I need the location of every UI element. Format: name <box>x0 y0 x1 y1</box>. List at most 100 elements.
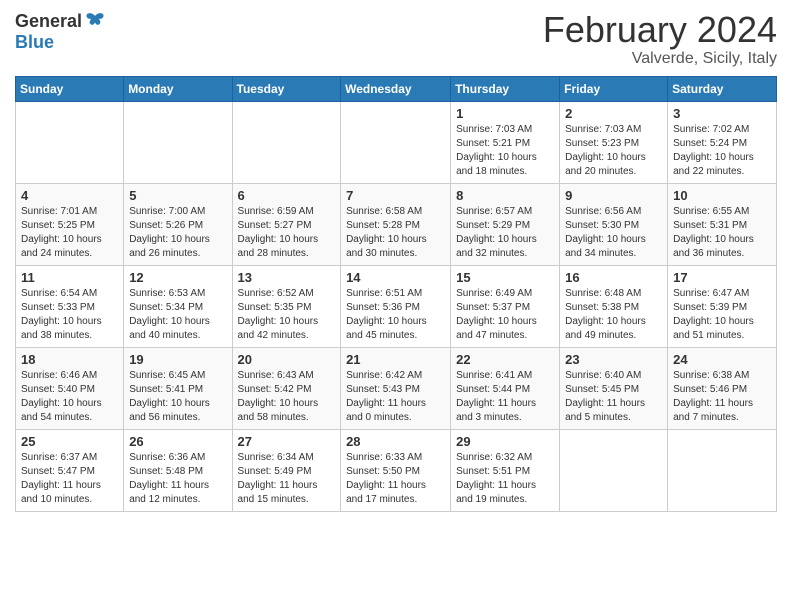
calendar-cell: 6Sunrise: 6:59 AM Sunset: 5:27 PM Daylig… <box>232 183 341 265</box>
day-info: Sunrise: 6:32 AM Sunset: 5:51 PM Dayligh… <box>456 451 554 507</box>
day-info: Sunrise: 6:45 AM Sunset: 5:41 PM Dayligh… <box>129 369 226 425</box>
day-info: Sunrise: 6:54 AM Sunset: 5:33 PM Dayligh… <box>21 287 118 343</box>
day-info: Sunrise: 6:34 AM Sunset: 5:49 PM Dayligh… <box>238 451 336 507</box>
calendar-cell: 21 Sunrise: 6:42 AM Sunset: 5:43 PM Dayli… <box>341 347 451 429</box>
day-info: Sunrise: 6:51 AM Sunset: 5:36 PM Dayligh… <box>346 287 445 343</box>
calendar-cell: 26 Sunrise: 6:36 AM Sunset: 5:48 PM Dayli… <box>124 429 232 511</box>
calendar-week-row: 18 Sunrise: 6:46 AM Sunset: 5:40 PM Dayli… <box>16 347 777 429</box>
day-number: 18 <box>21 352 118 367</box>
calendar-cell <box>668 429 777 511</box>
calendar-cell: 1Sunrise: 7:03 AM Sunset: 5:21 PM Daylig… <box>451 101 560 183</box>
calendar-week-row: 11 Sunrise: 6:54 AM Sunset: 5:33 PM Dayli… <box>16 265 777 347</box>
calendar-cell: 18 Sunrise: 6:46 AM Sunset: 5:40 PM Dayli… <box>16 347 124 429</box>
calendar-cell: 25 Sunrise: 6:37 AM Sunset: 5:47 PM Dayli… <box>16 429 124 511</box>
page-header: General Blue February 2024 Valverde, Sic… <box>15 10 777 68</box>
day-info: Sunrise: 6:47 AM Sunset: 5:39 PM Dayligh… <box>673 287 771 343</box>
day-number: 2 <box>565 106 662 121</box>
calendar-week-row: 1Sunrise: 7:03 AM Sunset: 5:21 PM Daylig… <box>16 101 777 183</box>
calendar-cell: 16 Sunrise: 6:48 AM Sunset: 5:38 PM Dayli… <box>560 265 668 347</box>
day-number: 4 <box>21 188 118 203</box>
day-info: Sunrise: 6:41 AM Sunset: 5:44 PM Dayligh… <box>456 369 554 425</box>
day-info: Sunrise: 6:43 AM Sunset: 5:42 PM Dayligh… <box>238 369 336 425</box>
day-number: 17 <box>673 270 771 285</box>
month-title: February 2024 <box>543 10 777 50</box>
day-number: 23 <box>565 352 662 367</box>
calendar-cell: 3Sunrise: 7:02 AM Sunset: 5:24 PM Daylig… <box>668 101 777 183</box>
day-number: 19 <box>129 352 226 367</box>
weekday-header-saturday: Saturday <box>668 76 777 101</box>
logo: General Blue <box>15 10 106 53</box>
day-number: 22 <box>456 352 554 367</box>
day-number: 29 <box>456 434 554 449</box>
calendar-cell <box>124 101 232 183</box>
logo-general-text: General <box>15 11 82 32</box>
logo-blue-text: Blue <box>15 32 54 53</box>
day-number: 7 <box>346 188 445 203</box>
calendar-cell: 20Sunrise: 6:43 AM Sunset: 5:42 PM Dayli… <box>232 347 341 429</box>
day-number: 15 <box>456 270 554 285</box>
day-info: Sunrise: 6:53 AM Sunset: 5:34 PM Dayligh… <box>129 287 226 343</box>
day-number: 14 <box>346 270 445 285</box>
weekday-header-wednesday: Wednesday <box>341 76 451 101</box>
calendar-cell: 15Sunrise: 6:49 AM Sunset: 5:37 PM Dayli… <box>451 265 560 347</box>
calendar-cell: 9 Sunrise: 6:56 AM Sunset: 5:30 PM Daylig… <box>560 183 668 265</box>
calendar-cell: 22 Sunrise: 6:41 AM Sunset: 5:44 PM Dayli… <box>451 347 560 429</box>
day-info: Sunrise: 6:48 AM Sunset: 5:38 PM Dayligh… <box>565 287 662 343</box>
calendar-cell <box>560 429 668 511</box>
day-number: 9 <box>565 188 662 203</box>
day-number: 24 <box>673 352 771 367</box>
calendar-cell: 8Sunrise: 6:57 AM Sunset: 5:29 PM Daylig… <box>451 183 560 265</box>
day-number: 1 <box>456 106 554 121</box>
calendar-cell <box>341 101 451 183</box>
day-number: 6 <box>238 188 336 203</box>
day-info: Sunrise: 7:00 AM Sunset: 5:26 PM Dayligh… <box>129 205 226 261</box>
logo-bird-icon <box>84 10 106 32</box>
calendar-cell: 2 Sunrise: 7:03 AM Sunset: 5:23 PM Daylig… <box>560 101 668 183</box>
day-info: Sunrise: 6:56 AM Sunset: 5:30 PM Dayligh… <box>565 205 662 261</box>
weekday-header-friday: Friday <box>560 76 668 101</box>
day-info: Sunrise: 6:58 AM Sunset: 5:28 PM Dayligh… <box>346 205 445 261</box>
calendar-cell: 10Sunrise: 6:55 AM Sunset: 5:31 PM Dayli… <box>668 183 777 265</box>
day-info: Sunrise: 7:02 AM Sunset: 5:24 PM Dayligh… <box>673 123 771 179</box>
calendar-cell: 12 Sunrise: 6:53 AM Sunset: 5:34 PM Dayli… <box>124 265 232 347</box>
calendar-cell: 11 Sunrise: 6:54 AM Sunset: 5:33 PM Dayli… <box>16 265 124 347</box>
day-info: Sunrise: 6:42 AM Sunset: 5:43 PM Dayligh… <box>346 369 445 425</box>
calendar-header-row: SundayMondayTuesdayWednesdayThursdayFrid… <box>16 76 777 101</box>
calendar-cell: 7 Sunrise: 6:58 AM Sunset: 5:28 PM Daylig… <box>341 183 451 265</box>
calendar-cell <box>232 101 341 183</box>
day-info: Sunrise: 7:03 AM Sunset: 5:23 PM Dayligh… <box>565 123 662 179</box>
calendar-week-row: 25 Sunrise: 6:37 AM Sunset: 5:47 PM Dayli… <box>16 429 777 511</box>
day-number: 16 <box>565 270 662 285</box>
day-number: 21 <box>346 352 445 367</box>
calendar-cell: 27 Sunrise: 6:34 AM Sunset: 5:49 PM Dayli… <box>232 429 341 511</box>
weekday-header-monday: Monday <box>124 76 232 101</box>
day-info: Sunrise: 6:46 AM Sunset: 5:40 PM Dayligh… <box>21 369 118 425</box>
calendar-cell: 28Sunrise: 6:33 AM Sunset: 5:50 PM Dayli… <box>341 429 451 511</box>
day-number: 25 <box>21 434 118 449</box>
day-number: 13 <box>238 270 336 285</box>
calendar-cell: 14 Sunrise: 6:51 AM Sunset: 5:36 PM Dayli… <box>341 265 451 347</box>
day-number: 10 <box>673 188 771 203</box>
day-number: 26 <box>129 434 226 449</box>
day-number: 28 <box>346 434 445 449</box>
calendar-cell: 13 Sunrise: 6:52 AM Sunset: 5:35 PM Dayli… <box>232 265 341 347</box>
calendar-cell: 24Sunrise: 6:38 AM Sunset: 5:46 PM Dayli… <box>668 347 777 429</box>
calendar-cell: 17 Sunrise: 6:47 AM Sunset: 5:39 PM Dayli… <box>668 265 777 347</box>
day-info: Sunrise: 6:40 AM Sunset: 5:45 PM Dayligh… <box>565 369 662 425</box>
day-number: 27 <box>238 434 336 449</box>
weekday-header-tuesday: Tuesday <box>232 76 341 101</box>
day-number: 12 <box>129 270 226 285</box>
day-info: Sunrise: 6:57 AM Sunset: 5:29 PM Dayligh… <box>456 205 554 261</box>
calendar-cell: 23 Sunrise: 6:40 AM Sunset: 5:45 PM Dayli… <box>560 347 668 429</box>
weekday-header-thursday: Thursday <box>451 76 560 101</box>
location-title: Valverde, Sicily, Italy <box>543 50 777 68</box>
day-number: 11 <box>21 270 118 285</box>
day-info: Sunrise: 6:37 AM Sunset: 5:47 PM Dayligh… <box>21 451 118 507</box>
day-info: Sunrise: 6:52 AM Sunset: 5:35 PM Dayligh… <box>238 287 336 343</box>
calendar-cell: 5 Sunrise: 7:00 AM Sunset: 5:26 PM Daylig… <box>124 183 232 265</box>
day-info: Sunrise: 6:36 AM Sunset: 5:48 PM Dayligh… <box>129 451 226 507</box>
day-number: 5 <box>129 188 226 203</box>
calendar-cell: 19 Sunrise: 6:45 AM Sunset: 5:41 PM Dayli… <box>124 347 232 429</box>
title-block: February 2024 Valverde, Sicily, Italy <box>543 10 777 68</box>
calendar-table: SundayMondayTuesdayWednesdayThursdayFrid… <box>15 76 777 512</box>
